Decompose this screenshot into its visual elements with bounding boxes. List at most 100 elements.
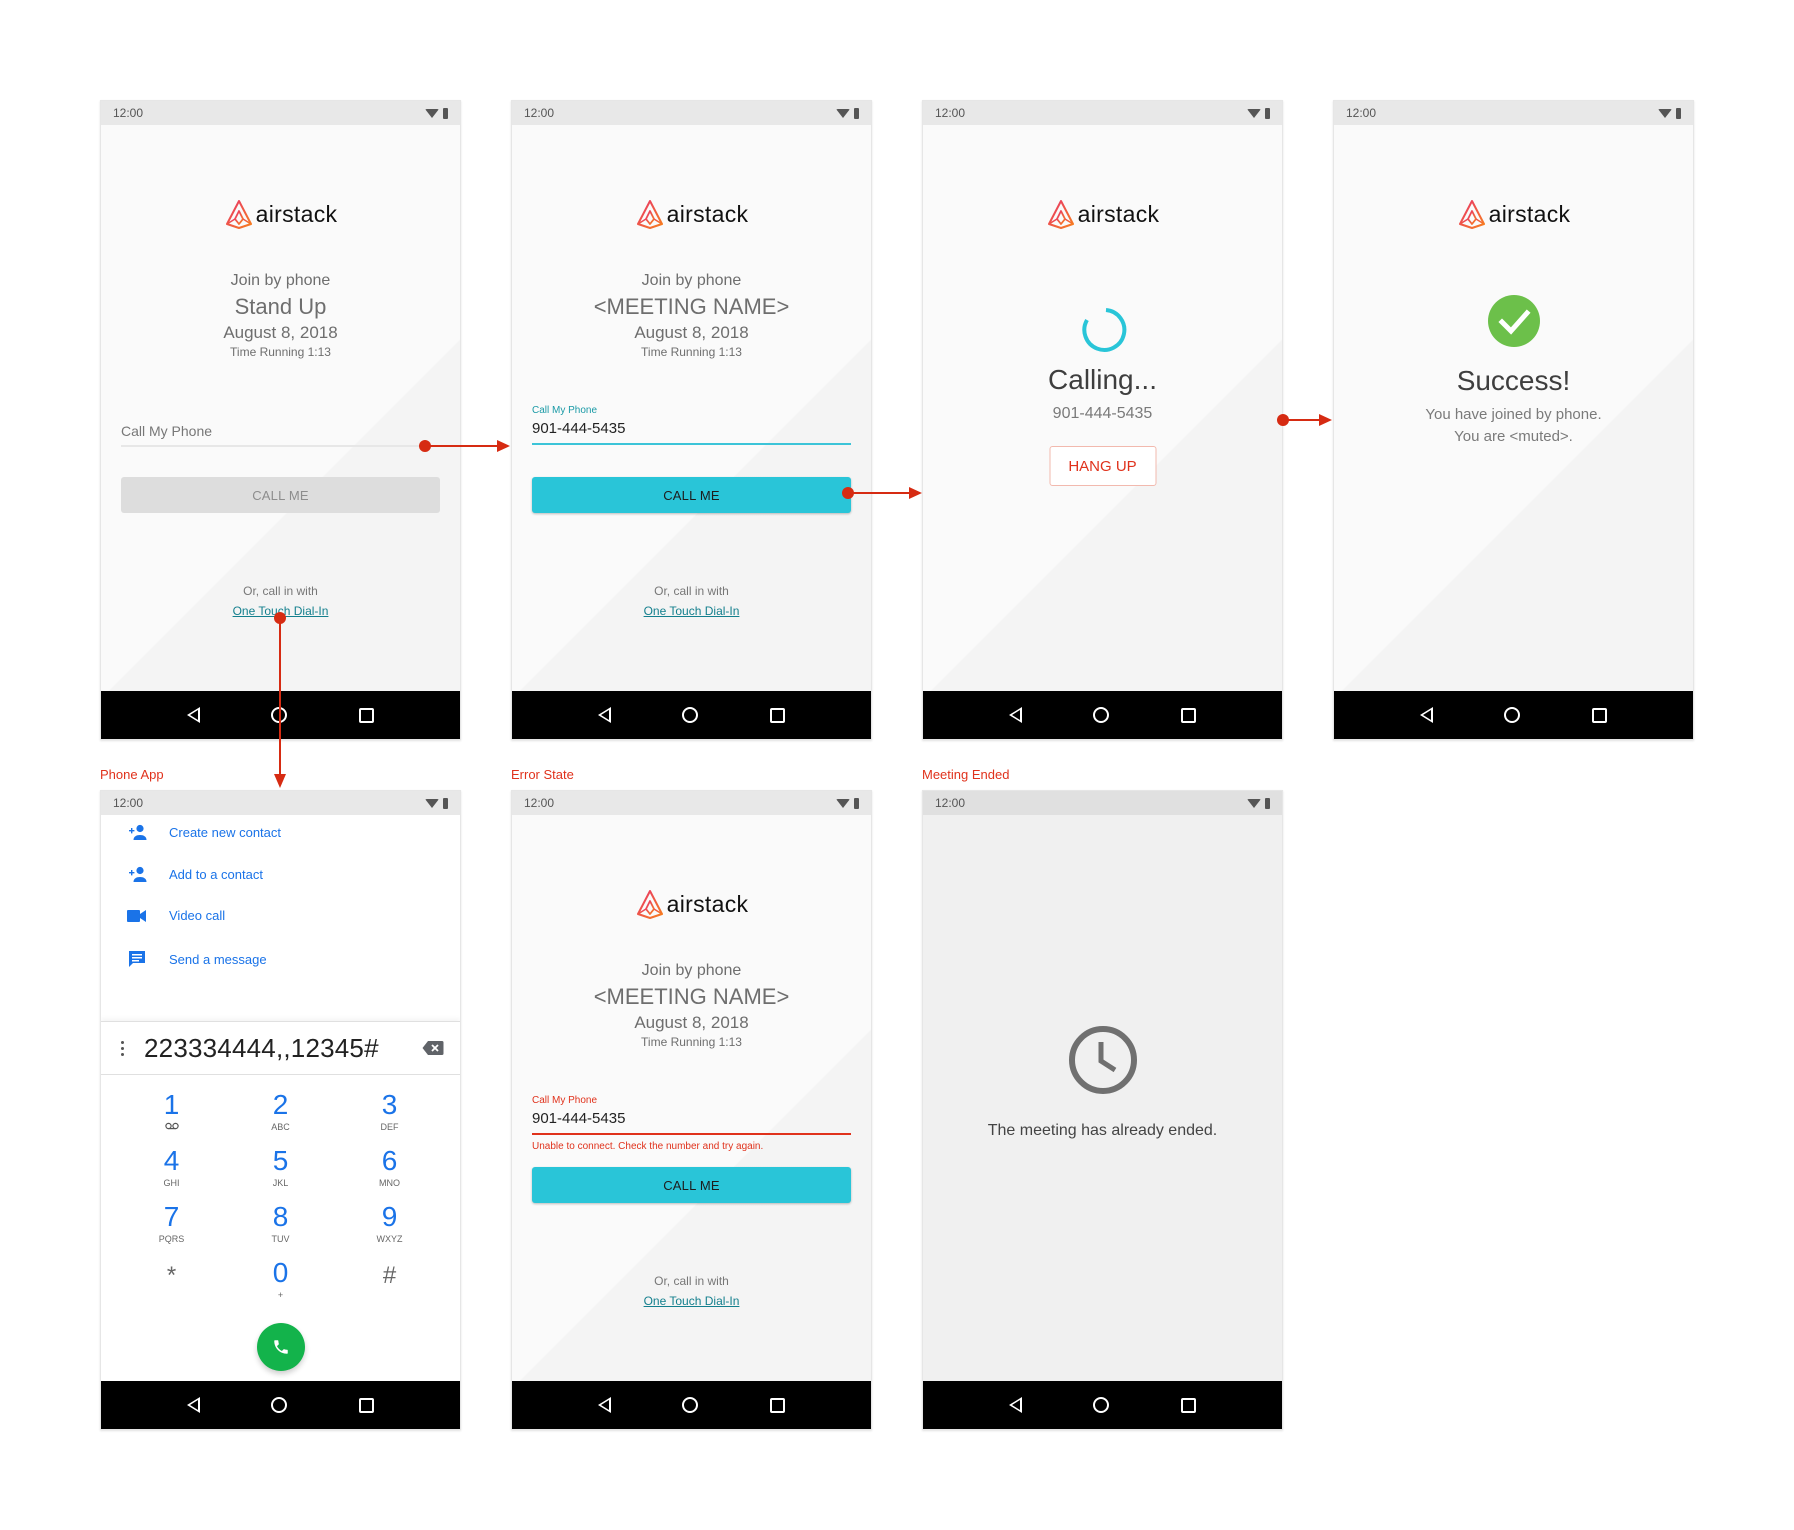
key-digit: 5 [272,1145,289,1176]
person-add-icon [125,866,149,882]
join-label: Join by phone [641,962,742,979]
key-4[interactable]: 4 GHI [117,1145,226,1193]
phone-input[interactable]: Call My Phone 901-444-5435 Unable to con… [532,1095,851,1152]
or-call-text: Or, call in with [654,584,729,598]
recents-icon[interactable] [359,707,375,723]
nav-bar [923,691,1282,739]
key-digit: 9 [381,1201,398,1232]
menu-create-contact[interactable]: Create new contact [125,824,281,840]
key-digit: 6 [381,1145,398,1176]
recents-icon[interactable] [1181,707,1197,723]
status-time: 12:00 [113,796,144,810]
videocam-icon [125,909,149,923]
home-icon[interactable] [682,707,699,723]
call-me-button[interactable]: CALL ME [121,477,440,513]
key-1[interactable]: 1 [117,1089,226,1137]
screen-initial: 12:00 airstack Join by phone Stand Up Au… [100,100,461,740]
back-icon[interactable] [186,1397,200,1413]
key-5[interactable]: 5 JKL [226,1145,335,1193]
menu-send-message[interactable]: Send a message [125,950,267,968]
voicemail-icon [117,1121,226,1133]
home-icon[interactable] [1093,707,1110,723]
airstack-logo: airstack [1334,199,1693,229]
call-me-button[interactable]: CALL ME [532,1167,851,1203]
dial-call-button[interactable] [256,1323,305,1371]
backspace-icon[interactable] [422,1040,444,1056]
home-icon[interactable] [1093,1397,1110,1413]
key-7[interactable]: 7 PQRS [117,1201,226,1249]
one-touch-dialin-link[interactable]: One Touch Dial-In [644,1294,740,1308]
time-running: Time Running 1:13 [641,1035,742,1049]
battery-icon [443,797,448,809]
key-digit: 4 [163,1145,180,1176]
key-6[interactable]: 6 MNO [335,1145,444,1193]
home-icon[interactable] [271,707,288,723]
key-star[interactable]: * [117,1257,226,1305]
key-0[interactable]: 0 + [226,1257,335,1305]
one-touch-dialin-link[interactable]: One Touch Dial-In [233,604,329,618]
success-title: Success! [1456,365,1571,396]
join-label: Join by phone [230,272,331,289]
phone-input-label: Call My Phone [532,405,598,416]
success-line-1: You have joined by phone. [1425,406,1602,423]
battery-icon [443,107,448,119]
nav-bar [1334,691,1693,739]
logo-text: airstack [1077,200,1160,227]
back-icon[interactable] [186,707,200,723]
phone-input-value[interactable]: 901-444-5435 [532,420,851,437]
key-2[interactable]: 2 ABC [226,1089,335,1137]
key-letters: ABC [271,1122,290,1132]
key-digit: 8 [272,1201,289,1232]
recents-icon[interactable] [1592,707,1608,723]
meeting-name: Stand Up [234,294,327,319]
dialed-number[interactable]: 223334444,,12345# [144,1033,402,1064]
key-9[interactable]: 9 WXYZ [335,1201,444,1249]
screen-error: 12:00 airstack Join by phone <MEETING NA… [511,790,872,1430]
key-hash[interactable]: # [335,1257,444,1305]
menu-label: Video call [169,908,226,923]
back-icon[interactable] [597,1397,611,1413]
recents-icon[interactable] [770,1397,786,1413]
back-icon[interactable] [1008,707,1022,723]
wifi-icon [1658,108,1672,118]
screen-calling: 12:00 airstack Calling... 901-444-5435 H… [922,100,1283,740]
error-state-label: Error State [511,767,574,782]
phone-input-value[interactable]: 901-444-5435 [532,1110,851,1127]
menu-video-call[interactable]: Video call [125,908,225,923]
key-letters: GHI [163,1178,180,1188]
arrow-calling-to-success [1277,414,1332,426]
key-digit: 1 [163,1089,180,1120]
recents-icon[interactable] [770,707,786,723]
status-bar: 12:00 [1334,101,1693,125]
wifi-icon [1247,798,1261,808]
input-underline [532,1133,851,1135]
menu-add-to-contact[interactable]: Add to a contact [125,866,263,882]
home-icon[interactable] [1504,707,1521,723]
key-3[interactable]: 3 DEF [335,1089,444,1137]
more-options-icon[interactable] [121,1040,124,1056]
home-icon[interactable] [271,1397,288,1413]
key-letters: JKL [272,1178,289,1188]
battery-icon [1265,107,1270,119]
key-8[interactable]: 8 TUV [226,1201,335,1249]
key-letters: WXYZ [376,1234,403,1244]
key-letters: TUV [271,1234,290,1244]
one-touch-dialin-link[interactable]: One Touch Dial-In [644,604,740,618]
time-running: Time Running 1:13 [230,345,331,359]
phone-input[interactable]: Call My Phone [121,423,440,447]
call-me-button[interactable]: CALL ME [532,477,851,513]
back-icon[interactable] [597,707,611,723]
screen-phone-app: 12:00 Create new contact Add to a contac… [100,790,461,1430]
recents-icon[interactable] [359,1397,375,1413]
phone-input[interactable]: Call My Phone 901-444-5435 [532,405,851,445]
back-icon[interactable] [1008,1397,1022,1413]
wifi-icon [836,108,850,118]
meeting-date: August 8, 2018 [634,1013,749,1032]
recents-icon[interactable] [1181,1397,1197,1413]
home-icon[interactable] [682,1397,699,1413]
screen-filled: 12:00 airstack Join by phone <MEETING NA… [511,100,872,740]
loading-spinner-icon [1081,308,1126,352]
back-icon[interactable] [1419,707,1433,723]
hang-up-button[interactable]: HANG UP [1049,446,1156,486]
status-bar: 12:00 [101,791,460,815]
